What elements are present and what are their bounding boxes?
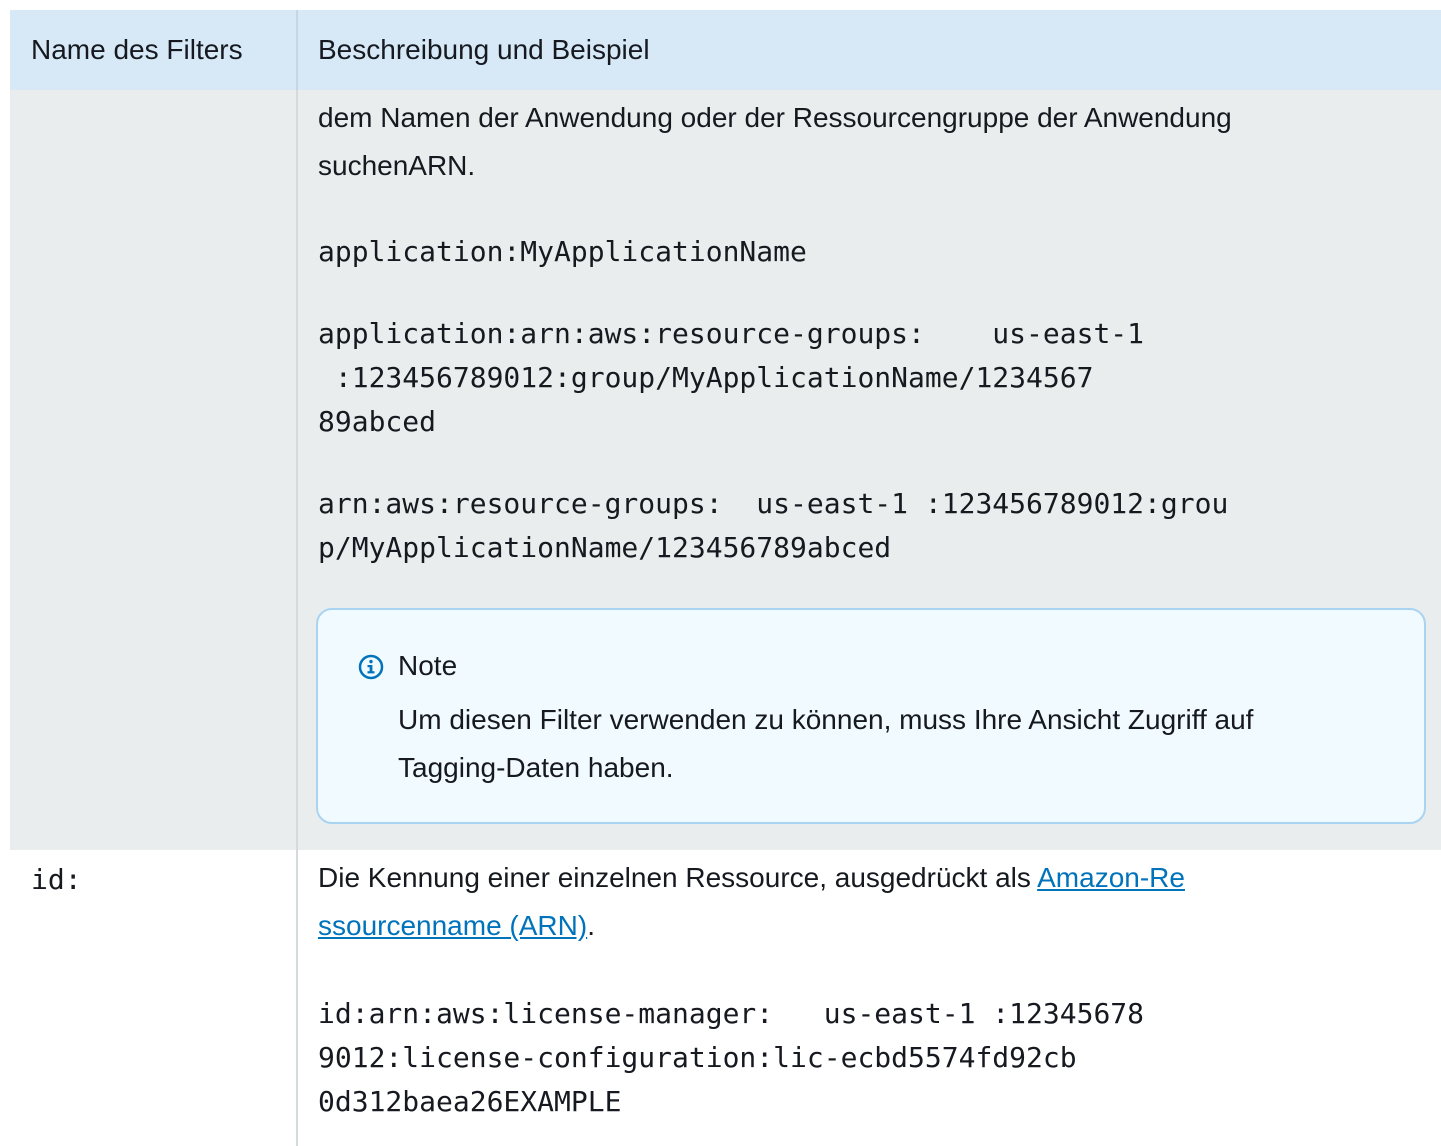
filter-table: Name des Filters Beschreibung und Beispi… xyxy=(10,10,1441,1146)
filter-name: id: xyxy=(31,863,82,896)
header-filter-name: Name des Filters xyxy=(31,34,243,65)
example-code: p/MyApplicationName/123456789abced xyxy=(318,531,892,564)
description-line: ssourcenname (ARN). xyxy=(318,902,595,950)
info-icon xyxy=(358,654,384,680)
example-code: application:arn:aws:resource-groups: us-… xyxy=(318,317,1145,350)
description-line: Die Kennung einer einzelnen Ressource, a… xyxy=(318,854,1185,902)
note-title: Note xyxy=(398,650,458,681)
header-description: Beschreibung und Beispiel xyxy=(318,34,650,65)
example-code: application:MyApplicationName xyxy=(318,235,807,268)
example-code: 89abced xyxy=(318,405,437,438)
note-body: Um diesen Filter verwenden zu können, mu… xyxy=(398,696,1253,792)
note-body-line: Um diesen Filter verwenden zu können, mu… xyxy=(398,704,1254,735)
note-body-line: Tagging-Daten haben. xyxy=(398,752,674,783)
example-code: 9012:license-configuration:lic-ecbd5574f… xyxy=(318,1041,1077,1074)
note-box: Note Um diesen Filter verwenden zu könne… xyxy=(316,608,1426,824)
column-divider xyxy=(296,850,298,1146)
example-code: arn:aws:resource-groups: us-east-1 :1234… xyxy=(318,487,1229,520)
example-code: 0d312baea26EXAMPLE xyxy=(318,1085,622,1118)
description-text: . xyxy=(587,910,595,941)
table-row: dem Namen der Anwendung oder der Ressour… xyxy=(10,90,1441,850)
example-code: id:arn:aws:license-manager: us-east-1 :1… xyxy=(318,997,1145,1030)
description-line: suchenARN. xyxy=(318,150,476,181)
example-code: :123456789012:group/MyApplicationName/12… xyxy=(318,361,1094,394)
table-row: id: Die Kennung einer einzelnen Ressourc… xyxy=(10,850,1441,1146)
description-line: dem Namen der Anwendung oder der Ressour… xyxy=(318,102,1232,133)
header-divider xyxy=(296,10,298,90)
column-divider xyxy=(296,90,298,850)
description-text: Die Kennung einer einzelnen Ressource, a… xyxy=(318,862,1038,893)
arn-link[interactable]: Amazon-Re xyxy=(1037,862,1185,893)
table-header: Name des Filters Beschreibung und Beispi… xyxy=(10,10,1441,90)
arn-link[interactable]: ssourcenname (ARN) xyxy=(318,910,587,941)
